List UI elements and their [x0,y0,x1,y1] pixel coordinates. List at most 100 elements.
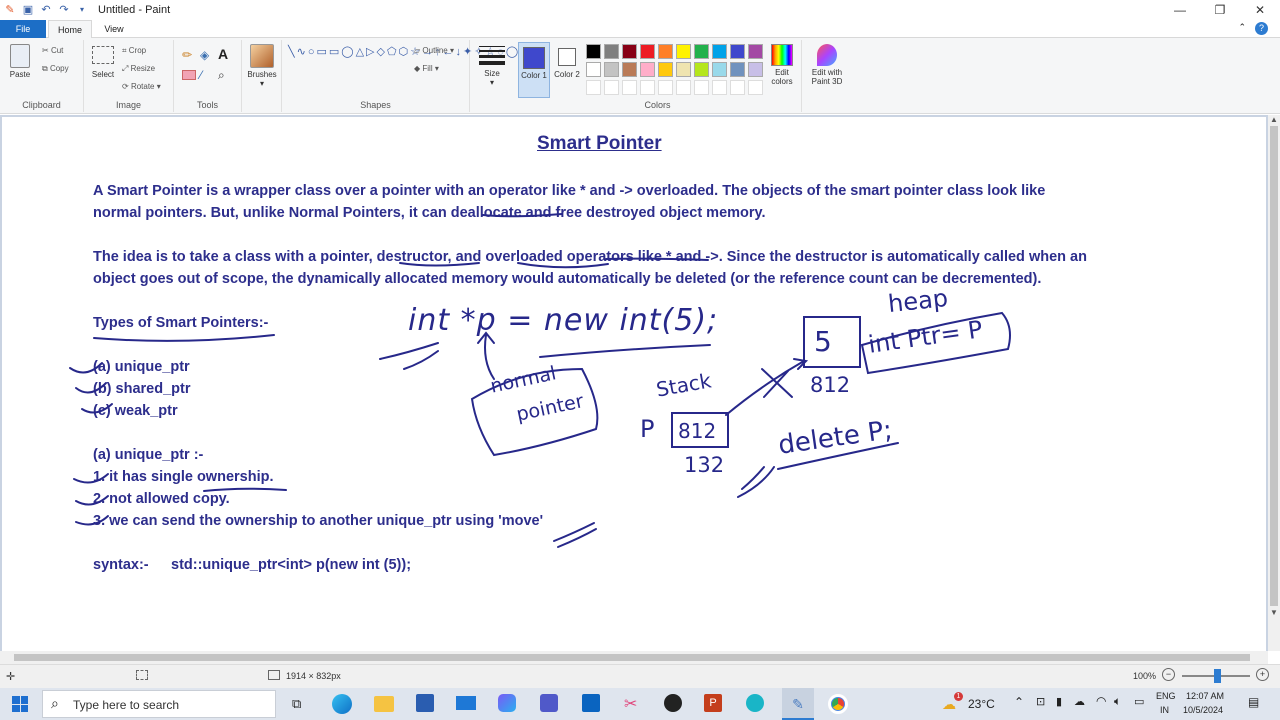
location-icon[interactable]: ▮ [1056,695,1062,708]
palette-swatch[interactable] [694,44,709,59]
custom-color-slot[interactable] [640,80,655,95]
drawing-canvas[interactable]: Smart Pointer A Smart Pointer is a wrapp… [2,117,1266,651]
tab-home[interactable]: Home [48,20,92,38]
palette-swatch[interactable] [694,62,709,77]
paste-button[interactable]: Paste [6,44,34,79]
palette-swatch[interactable] [586,44,601,59]
battery-icon[interactable]: ▭ [1134,695,1144,708]
clock-date[interactable]: 10/5/2024 [1183,705,1223,715]
custom-color-slot[interactable] [622,80,637,95]
file-explorer-icon[interactable] [374,696,394,712]
tab-file[interactable]: File [0,20,46,38]
language-eng[interactable]: ENG [1156,691,1176,701]
scroll-thumb[interactable] [14,654,1250,661]
windows-start-icon[interactable] [12,696,28,712]
zoom-in-button[interactable]: + [1256,668,1269,681]
scroll-thumb[interactable] [1270,126,1278,606]
horizontal-scrollbar[interactable] [0,651,1268,664]
wifi-icon[interactable]: ◠ [1096,694,1106,708]
show-hidden-icons-icon[interactable]: ⌃ [1014,695,1024,709]
custom-color-slot[interactable] [712,80,727,95]
canva-icon[interactable] [746,694,764,712]
obs-icon[interactable] [664,694,682,712]
tab-view[interactable]: View [96,20,132,38]
store-icon[interactable] [416,694,434,712]
volume-icon[interactable]: 🔈︎ [1114,694,1121,709]
undo-icon[interactable]: ↶ [40,4,52,16]
palette-swatch[interactable] [676,44,691,59]
custom-color-slot[interactable] [658,80,673,95]
palette-swatch[interactable] [658,44,673,59]
outlook-icon[interactable] [582,694,600,712]
onedrive-icon[interactable]: ☁ [1074,695,1085,708]
scroll-up-icon[interactable]: ▲ [1268,115,1280,124]
copilot-icon[interactable] [498,694,516,712]
edge-icon[interactable] [332,694,352,714]
resize-button[interactable]: ⤢ Resize [122,64,155,74]
outline-button[interactable]: ▱ Outline ▾ [414,46,454,55]
clock-time[interactable]: 12:07 AM [1186,691,1224,701]
palette-swatch[interactable] [658,62,673,77]
maximize-button[interactable]: ❐ [1200,0,1240,20]
palette-swatch[interactable] [748,44,763,59]
rotate-button[interactable]: ⟳ Rotate ▾ [122,82,161,91]
pencil-icon[interactable]: ✏ [182,48,192,62]
custom-color-slot[interactable] [676,80,691,95]
powerpoint-icon[interactable]: P [704,694,722,712]
palette-swatch[interactable] [712,44,727,59]
notifications-icon[interactable]: ▤ [1248,695,1259,709]
palette-swatch[interactable] [604,44,619,59]
palette-swatch[interactable] [604,62,619,77]
minimize-button[interactable]: — [1160,0,1200,20]
edit-with-paint3d-button[interactable]: Edit with Paint 3D [804,44,850,86]
color1-button[interactable]: Color 1 [518,42,550,98]
save-icon[interactable]: ▣ [22,4,34,16]
palette-swatch[interactable] [622,62,637,77]
cut-button[interactable]: ✂ Cut [42,46,63,55]
crop-button[interactable]: ⌗ Crop [122,46,146,56]
help-icon[interactable]: ? [1255,22,1268,35]
zoom-slider-thumb[interactable] [1214,669,1221,683]
mail-icon[interactable] [456,696,476,710]
custom-color-slot[interactable] [604,80,619,95]
copy-button[interactable]: ⧉ Copy [42,64,69,74]
eraser-icon[interactable] [182,70,196,80]
custom-color-slot[interactable] [748,80,763,95]
palette-swatch[interactable] [586,62,601,77]
chrome-icon[interactable] [828,694,848,714]
custom-color-slot[interactable] [694,80,709,95]
chevron-down-icon[interactable]: ▾ [76,4,88,16]
color-picker-icon[interactable]: ⁄ [200,68,202,82]
palette-swatch[interactable] [730,44,745,59]
select-button[interactable]: Select [88,46,118,79]
task-view-icon[interactable]: ⧉ [292,696,301,712]
size-button[interactable]: Size ▾ [476,46,508,87]
palette-swatch[interactable] [730,62,745,77]
redo-icon[interactable]: ↷ [58,4,70,16]
palette-swatch[interactable] [622,44,637,59]
paint-taskbar-icon[interactable]: ✎ [782,688,814,720]
edit-colors-button[interactable]: Edit colors [766,44,798,86]
zoom-out-button[interactable]: − [1162,668,1175,681]
close-button[interactable]: ✕ [1240,0,1280,20]
shapes-gallery[interactable]: ╲∿○▭▭◯△▷◇⬠⬡☆→↑←↓✦✧☆◌◯♡⚡ [288,44,540,60]
custom-color-slot[interactable] [586,80,601,95]
magnifier-icon[interactable]: ⌕ [218,68,225,83]
palette-swatch[interactable] [640,62,655,77]
teams-icon[interactable] [540,694,558,712]
zoom-slider[interactable] [1182,669,1250,683]
scroll-down-icon[interactable]: ▼ [1268,608,1280,617]
vertical-scrollbar[interactable]: ▲ ▼ [1268,115,1280,651]
text-icon[interactable]: A [218,46,228,62]
fill-button[interactable]: ◆ Fill ▾ [414,64,439,73]
fill-bucket-icon[interactable]: ◈ [200,48,209,62]
collapse-ribbon-icon[interactable]: ⌃ [1238,22,1246,33]
taskbar-search[interactable]: ⌕ Type here to search [42,690,276,718]
palette-swatch[interactable] [676,62,691,77]
palette-swatch[interactable] [748,62,763,77]
palette-swatch[interactable] [640,44,655,59]
custom-color-slot[interactable] [730,80,745,95]
language-in[interactable]: IN [1160,705,1169,715]
snipping-tool-icon[interactable]: ✂ [624,694,637,714]
color2-button[interactable]: Color 2 [552,42,582,98]
